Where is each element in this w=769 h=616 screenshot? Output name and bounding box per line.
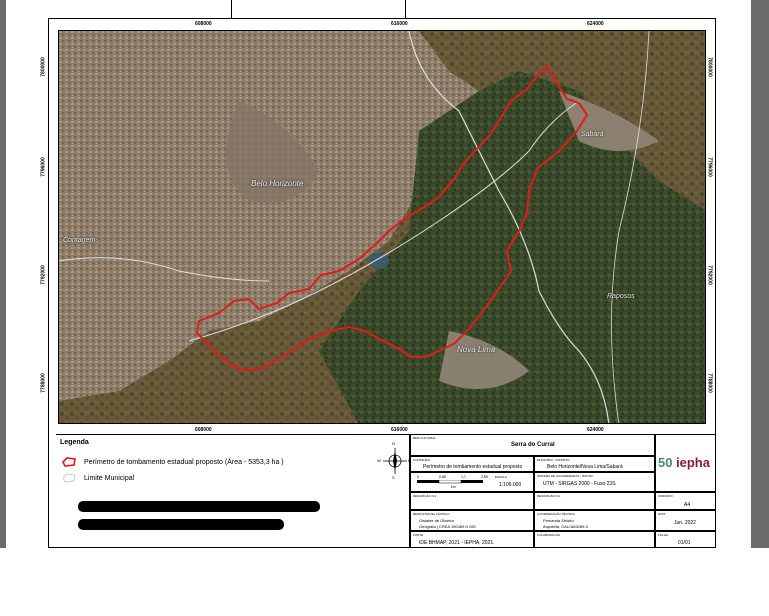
bottom-tick: 616000 — [391, 427, 408, 433]
cell-caption: FORMATO — [658, 494, 673, 498]
redaction-bar — [78, 519, 284, 530]
cell-caption: DESCRIÇÃO N.1 — [413, 494, 437, 498]
responsible-detail: Geógrafa | CREA 190489 D MG — [419, 524, 476, 529]
source-cell: FONTE IDE BHMAP, 2021 - IEPHA, 2021. — [410, 531, 534, 548]
system-value: UTM - SIRGAS 2000 - Fuso 23S — [543, 481, 616, 487]
left-tick: 7788000 — [40, 373, 47, 393]
place-label-raposos: Raposos — [607, 293, 635, 300]
redaction-bar — [78, 501, 320, 512]
content-value: Perímetro de tombamento estadual propost… — [423, 464, 523, 470]
scale-caption: ESCALA — [495, 475, 507, 479]
place-label-nova-lima: Nova Lima — [457, 345, 496, 354]
left-tick: 7792000 — [40, 265, 47, 285]
compass-north: N — [392, 441, 395, 446]
coordination-name: Fernanda Shiotto — [543, 518, 574, 523]
collaboration-cell: COLABORAÇÃO — [534, 531, 655, 548]
legend-item: Perímetro de tombamento estadual propost… — [62, 457, 284, 467]
scalebar-unit: km — [451, 485, 456, 489]
cell-caption: FONTE — [413, 533, 424, 537]
desc2-cell: DESCRIÇÃO N.2 — [534, 492, 655, 510]
lake — [369, 253, 389, 269]
scale-value: 1:106.000 — [499, 482, 522, 488]
map-canvas — [59, 31, 705, 423]
legend-panel: Legenda Perímetro de tombamento estadual… — [56, 434, 410, 548]
bottom-tick: 624000 — [587, 427, 604, 433]
cell-caption: MUNICÍPIO - DISTRITO — [537, 458, 570, 462]
municipality-value: Belo Horizonte/Nova Lima/Sabará — [547, 464, 623, 470]
place-label-belo-horizonte: Belo Horizonte — [251, 179, 304, 188]
page-divider-line — [231, 0, 232, 18]
municipal-swatch-icon — [62, 473, 76, 483]
responsible-cell: RESPONSÁVEL TÉCNICO Gislaine de Oliveira… — [410, 510, 534, 531]
cell-caption: BEM CULTURAL — [413, 436, 436, 440]
scale-cell: 0 0,85 1,7 2,55 km ESCALA 1:106.000 — [410, 472, 534, 492]
format-value: A4 — [684, 502, 691, 508]
cell-caption: CONTEÚDO — [413, 458, 431, 462]
date-value: Jun. 2022 — [674, 520, 696, 526]
cell-caption: COLABORAÇÃO — [537, 533, 561, 537]
cell-caption: DESCRIÇÃO N.2 — [537, 494, 561, 498]
compass-west: W — [377, 458, 381, 463]
map-name: Serra do Curral — [511, 442, 555, 448]
compass-south: S — [392, 475, 395, 480]
responsible-name: Gislaine de Oliveira — [419, 518, 454, 523]
page-value: 01/01 — [678, 540, 691, 546]
coordination-cell: COORDENAÇÃO TÉCNICA Fernanda Shiotto Arq… — [534, 510, 655, 531]
legend-item-label: Perímetro de tombamento estadual propost… — [84, 458, 284, 466]
name-cell: BEM CULTURAL Serra do Curral — [410, 434, 655, 456]
logo-number: 50 — [658, 455, 673, 470]
top-tick: 624000 — [587, 21, 604, 27]
cell-caption: FOLHA — [658, 533, 669, 537]
coordination-detail: Arquiteta, CAU A63289-9 — [543, 524, 588, 529]
right-tick: 7792000 — [706, 265, 713, 285]
top-tick: 616000 — [391, 21, 408, 27]
place-label-contagem: Contagem — [63, 237, 96, 244]
municipality-cell: MUNICÍPIO - DISTRITO Belo Horizonte/Nova… — [534, 456, 655, 472]
legend-item: Limite Municipal — [62, 473, 134, 483]
place-label-sabara: Sabará — [581, 131, 604, 138]
north-arrow: N S W E — [377, 441, 411, 480]
title-block: BEM CULTURAL Serra do Curral 50 iepha CO… — [410, 434, 716, 548]
right-tick: 7796000 — [706, 157, 713, 177]
cell-caption: COORDENAÇÃO TÉCNICA — [537, 512, 575, 516]
scalebar-label: 0 — [417, 475, 419, 479]
legend-item-label: Limite Municipal — [84, 474, 135, 482]
page-cell: FOLHA 01/01 — [655, 531, 716, 548]
format-cell: FORMATO A4 — [655, 492, 716, 510]
page-divider-line — [405, 0, 406, 18]
right-tick: 7788000 — [706, 373, 713, 393]
scalebar-label: 0,85 — [439, 475, 446, 479]
desc1-cell: DESCRIÇÃO N.1 — [410, 492, 534, 510]
system-cell: SISTEMA DE COORDENADAS - DATUM UTM - SIR… — [534, 472, 655, 492]
top-tick: 608000 — [195, 21, 212, 27]
left-side-shadow — [0, 0, 6, 548]
iepha-logo: iepha — [676, 455, 710, 470]
cell-caption: DATA — [658, 512, 666, 516]
left-tick: 7796000 — [40, 157, 47, 177]
date-cell: DATA Jun. 2022 — [655, 510, 716, 531]
satellite-map[interactable]: Belo Horizonte Contagem Sabará Raposos N… — [58, 30, 706, 424]
compass-rose-icon — [383, 448, 407, 474]
right-side-shadow — [751, 0, 769, 548]
right-tick: 7800000 — [706, 57, 713, 77]
scalebar-label: 1,7 — [461, 475, 466, 479]
source-value: IDE BHMAP, 2021 - IEPHA, 2021. — [419, 540, 495, 546]
boundary-swatch-icon — [62, 457, 76, 467]
legend-title: Legenda — [60, 439, 89, 446]
right-gap — [739, 0, 751, 548]
bottom-tick: 608000 — [195, 427, 212, 433]
cell-caption: SISTEMA DE COORDENADAS - DATUM — [537, 474, 593, 478]
logo-cell: 50 iepha — [655, 434, 716, 492]
left-tick: 7800000 — [40, 57, 47, 77]
cell-caption: RESPONSÁVEL TÉCNICO — [413, 512, 450, 516]
scalebar-label: 2,55 — [481, 475, 488, 479]
scalebar — [417, 480, 483, 484]
content-cell: CONTEÚDO Perímetro de tombamento estadua… — [410, 456, 534, 472]
